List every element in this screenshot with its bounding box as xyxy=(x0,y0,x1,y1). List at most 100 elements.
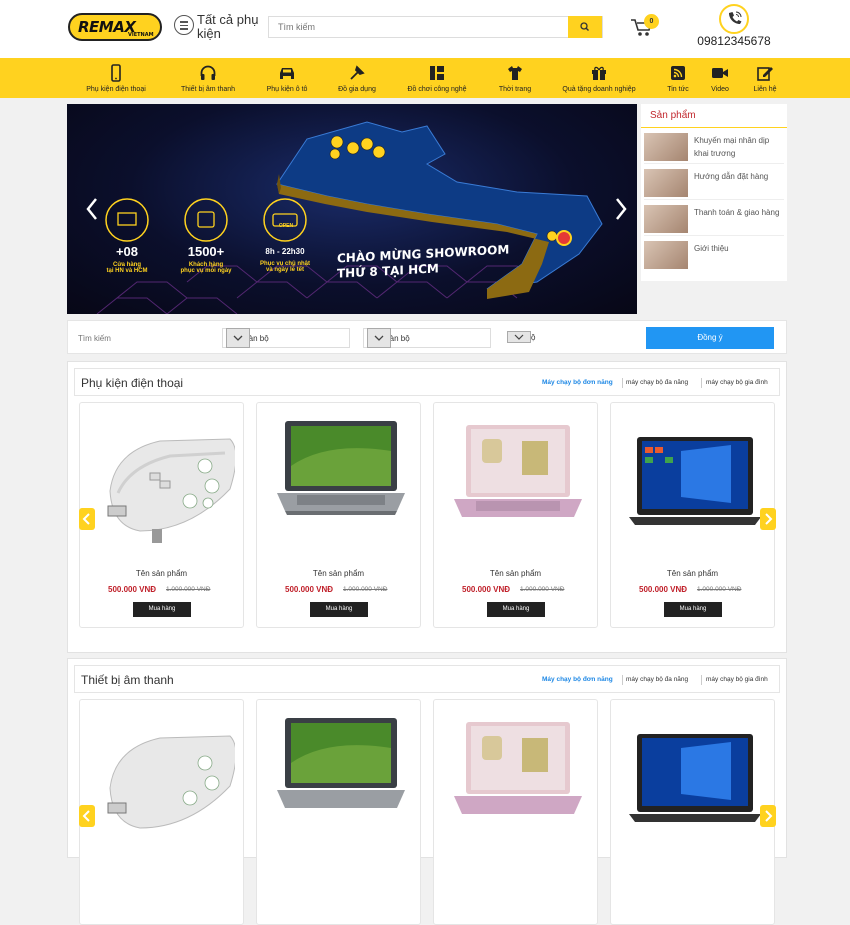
product-name: Tên sản phẩm xyxy=(135,569,188,578)
product-price: 500.000 VNĐ xyxy=(108,585,157,594)
nav-label: Đồ gia dụng xyxy=(338,86,376,93)
stat-value: +08 xyxy=(115,244,139,259)
hero-banner-slider[interactable]: OPEN +08 Cửa hàng tại HN và HCM 1500+ Kh… xyxy=(67,104,637,314)
section-title: Thiết bị âm thanh xyxy=(81,673,174,687)
gift-icon xyxy=(592,66,606,80)
tab-divider xyxy=(622,675,623,685)
product-image xyxy=(629,437,761,525)
product-name: Tên sản phẩm xyxy=(489,569,542,578)
all-categories-menu[interactable]: Tất cả phụ kiện xyxy=(174,13,264,43)
chevron-down-icon xyxy=(367,328,391,348)
section-header: Thiết bị âm thanh Máy chạy bộ đơn năng m… xyxy=(74,665,780,693)
filter-select-2[interactable]: Tìm toàn bộ xyxy=(363,328,491,348)
remax-logo[interactable]: REMAX VIETNAM xyxy=(68,13,162,41)
stat-caption: phục vụ mỗi ngày xyxy=(180,268,232,274)
next-slide-arrow[interactable] xyxy=(611,194,633,224)
nav-label: Video xyxy=(711,86,729,93)
nav-item-phone-accessories[interactable]: Phụ kiện điện thoại xyxy=(78,62,154,96)
filter-search-input[interactable] xyxy=(78,328,218,348)
product-card[interactable]: Tên sản phẩm 500.000 VNĐ 1.000.000 VNĐ M… xyxy=(256,402,421,628)
nav-label: Phụ kiện điện thoại xyxy=(86,86,146,93)
logo-subtext: VIETNAM xyxy=(128,32,154,38)
product-card[interactable] xyxy=(256,699,421,925)
product-card[interactable]: Tên sản phẩm 500.000 VNĐ 1.000.000 VNĐ M… xyxy=(433,402,598,628)
sidebar-item-payment-delivery[interactable]: Thanh toán & giao hàng xyxy=(644,202,784,236)
sidebar-header: Sản phẩm xyxy=(641,104,787,128)
product-old-price: 1.000.000 VNĐ xyxy=(166,586,211,593)
carousel-prev-button[interactable] xyxy=(79,805,95,827)
section-header: Phụ kiện điện thoại Máy chạy bộ đơn năng… xyxy=(74,368,780,396)
filter-select-1[interactable]: Tìm toàn bộ xyxy=(222,328,350,348)
search-input[interactable] xyxy=(269,17,569,37)
nav-item-household[interactable]: Đồ gia dụng xyxy=(332,62,382,96)
product-image xyxy=(454,722,582,814)
product-image xyxy=(107,735,235,829)
tab-multi-treadmill[interactable]: máy chạy bộ đa năng xyxy=(626,676,688,683)
gadget-icon xyxy=(430,66,444,80)
tab-home-treadmill[interactable]: máy chạy bộ gia đình xyxy=(706,379,768,386)
sidebar-title: Sản phẩm xyxy=(650,110,696,121)
sidebar-item-order-guide[interactable]: Hướng dẫn đặt hàng xyxy=(644,166,784,200)
section-title: Phụ kiện điện thoại xyxy=(81,376,184,390)
nav-item-audio[interactable]: Thiết bị âm thanh xyxy=(172,62,244,96)
edit-icon xyxy=(757,67,773,81)
tab-home-treadmill[interactable]: máy chạy bộ gia đình xyxy=(706,676,768,683)
product-old-price: 1.000.000 VNĐ xyxy=(697,586,742,593)
buy-button[interactable]: Mua hàng xyxy=(133,602,191,617)
hotline-number: 09812345678 xyxy=(697,34,771,48)
carousel-next-button[interactable] xyxy=(760,805,776,827)
banner-illustration xyxy=(86,121,627,314)
chevron-left-icon xyxy=(82,513,90,525)
tab-single-treadmill[interactable]: Máy chạy bộ đơn năng xyxy=(542,676,613,683)
sidebar-item-promotion[interactable]: Khuyến mại nhân dịp khai trương xyxy=(644,130,784,164)
buy-button[interactable]: Mua hàng xyxy=(487,602,545,617)
product-name: Tên sản phẩm xyxy=(666,569,719,578)
nav-label: Quà tặng doanh nghiệp xyxy=(562,86,636,93)
nav-item-car-accessories[interactable]: Phụ kiện ô tô xyxy=(260,62,314,96)
tab-divider xyxy=(701,378,702,388)
product-card[interactable] xyxy=(433,699,598,925)
tab-multi-treadmill[interactable]: máy chạy bộ đa năng xyxy=(626,379,688,386)
product-filter-bar: Tìm toàn bộ Tìm toàn bộ Toàn bộ Đồng ý xyxy=(67,320,787,354)
filter-select-3[interactable]: Toàn bộ xyxy=(504,328,634,348)
product-card[interactable] xyxy=(610,699,775,925)
prev-slide-arrow[interactable] xyxy=(69,194,91,224)
nav-label: Đồ chơi công nghệ xyxy=(407,86,467,93)
product-old-price: 1.000.000 VNĐ xyxy=(343,586,388,593)
product-price: 500.000 VNĐ xyxy=(285,585,334,594)
open-sign: OPEN xyxy=(278,223,294,229)
product-image xyxy=(454,425,582,517)
stat-value: 1500+ xyxy=(187,244,225,259)
all-categories-label: Tất cả phụ kiện xyxy=(197,12,259,41)
sidebar-item-about[interactable]: Giới thiệu xyxy=(644,238,784,272)
filter-submit-button[interactable]: Đồng ý xyxy=(646,327,774,349)
nav-label: Thiết bị âm thanh xyxy=(180,86,236,93)
carousel-next-button[interactable] xyxy=(760,508,776,530)
nav-item-news[interactable]: Tin tức xyxy=(660,62,696,96)
buy-button[interactable]: Mua hàng xyxy=(664,602,722,617)
sidebar-item-label: Khuyến mại nhân dịp khai trương xyxy=(694,136,770,158)
carousel-prev-button[interactable] xyxy=(79,508,95,530)
product-card[interactable]: Tên sản phẩm 500.000 VNĐ 1.000.000 VNĐ M… xyxy=(610,402,775,628)
nav-item-tech-toys[interactable]: Đồ chơi công nghệ xyxy=(400,62,474,96)
nav-item-fashion[interactable]: Thời trang xyxy=(492,62,538,96)
cart-button[interactable]: 0 xyxy=(630,14,660,38)
nav-label: Phụ kiện ô tô xyxy=(266,86,308,93)
stat-customers: 1500+ Khách hàng phục vụ mỗi ngày xyxy=(171,244,241,274)
buy-button[interactable]: Mua hàng xyxy=(310,602,368,617)
category-nav: Phụ kiện điện thoại Thiết bị âm thanh Ph… xyxy=(0,58,850,98)
product-card[interactable]: Tên sản phẩm 500.000 VNĐ 1.000.000 VNĐ M… xyxy=(79,402,244,628)
tab-single-treadmill[interactable]: Máy chạy bộ đơn năng xyxy=(542,379,613,386)
site-header: REMAX VIETNAM Tất cả phụ kiện 0 09812345… xyxy=(0,0,850,58)
product-sidebar: Sản phẩm Khuyến mại nhân dịp khai trương… xyxy=(641,104,787,281)
nav-item-contact[interactable]: Liên hệ xyxy=(746,62,784,96)
product-card[interactable] xyxy=(79,699,244,925)
nav-item-video[interactable]: Video xyxy=(704,62,736,96)
sidebar-item-label: Hướng dẫn đặt hàng xyxy=(694,172,769,181)
nav-item-corporate-gifts[interactable]: Quà tặng doanh nghiệp xyxy=(556,62,642,96)
search-button[interactable] xyxy=(568,16,602,38)
phone-icon xyxy=(111,64,121,82)
hotline[interactable]: 09812345678 xyxy=(694,4,780,54)
product-price: 500.000 VNĐ xyxy=(639,585,688,594)
section-phone-accessories: Phụ kiện điện thoại Máy chạy bộ đơn năng… xyxy=(67,361,787,653)
